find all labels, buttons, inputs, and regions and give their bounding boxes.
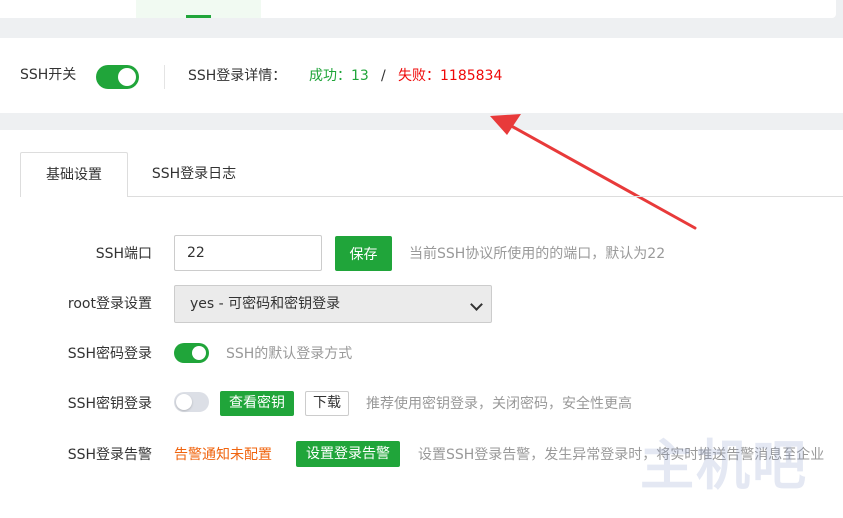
toggle-knob [118,68,136,86]
password-login-toggle[interactable] [174,343,209,363]
login-detail-label: SSH登录详情： [188,68,287,84]
view-key-button[interactable]: 查看密钥 [220,391,294,416]
ssh-switch-toggle[interactable] [96,65,139,89]
top-tab-indicator [186,15,211,18]
key-login-label: SSH密钥登录 [67,396,152,412]
watermark-logo: 主机吧 [640,433,808,497]
password-login-hint: SSH的默认登录方式 [226,346,353,362]
root-login-label: root登录设置 [67,296,152,312]
ssh-switch-label: SSH开关 [20,67,77,83]
download-key-button[interactable]: 下载 [305,391,349,416]
save-port-button[interactable]: 保存 [335,236,392,271]
tab-basic-settings[interactable]: 基础设置 [20,152,128,197]
chevron-down-icon [470,298,483,311]
password-login-label: SSH密码登录 [67,346,152,362]
login-success-count: 成功：13 [309,68,369,84]
count-separator: / [381,68,386,84]
port-hint: 当前SSH协议所使用的的端口，默认为22 [409,246,666,262]
login-fail-count: 失败：1185834 [398,68,503,84]
port-label: SSH端口 [95,246,152,262]
key-login-toggle[interactable] [174,392,209,412]
set-alarm-button[interactable]: 设置登录告警 [296,441,400,467]
root-login-select[interactable]: yes - 可密码和密钥登录 [174,285,492,323]
key-login-hint: 推荐使用密钥登录，关闭密码，安全性更高 [366,396,632,412]
ssh-status-card: SSH开关 SSH登录详情： 成功：13 / 失败：1185834 [0,38,843,113]
divider [164,65,165,89]
toggle-knob [176,394,192,410]
toggle-knob [192,346,206,360]
tab-ssh-login-log[interactable]: SSH登录日志 [134,152,254,196]
alarm-label: SSH登录告警 [67,447,152,463]
alarm-status[interactable]: 告警通知未配置 [174,445,272,465]
tab-underline [20,196,843,197]
port-input[interactable] [174,235,322,271]
root-login-selected-value: yes - 可密码和密钥登录 [190,296,341,312]
top-tab-bar [0,0,836,18]
